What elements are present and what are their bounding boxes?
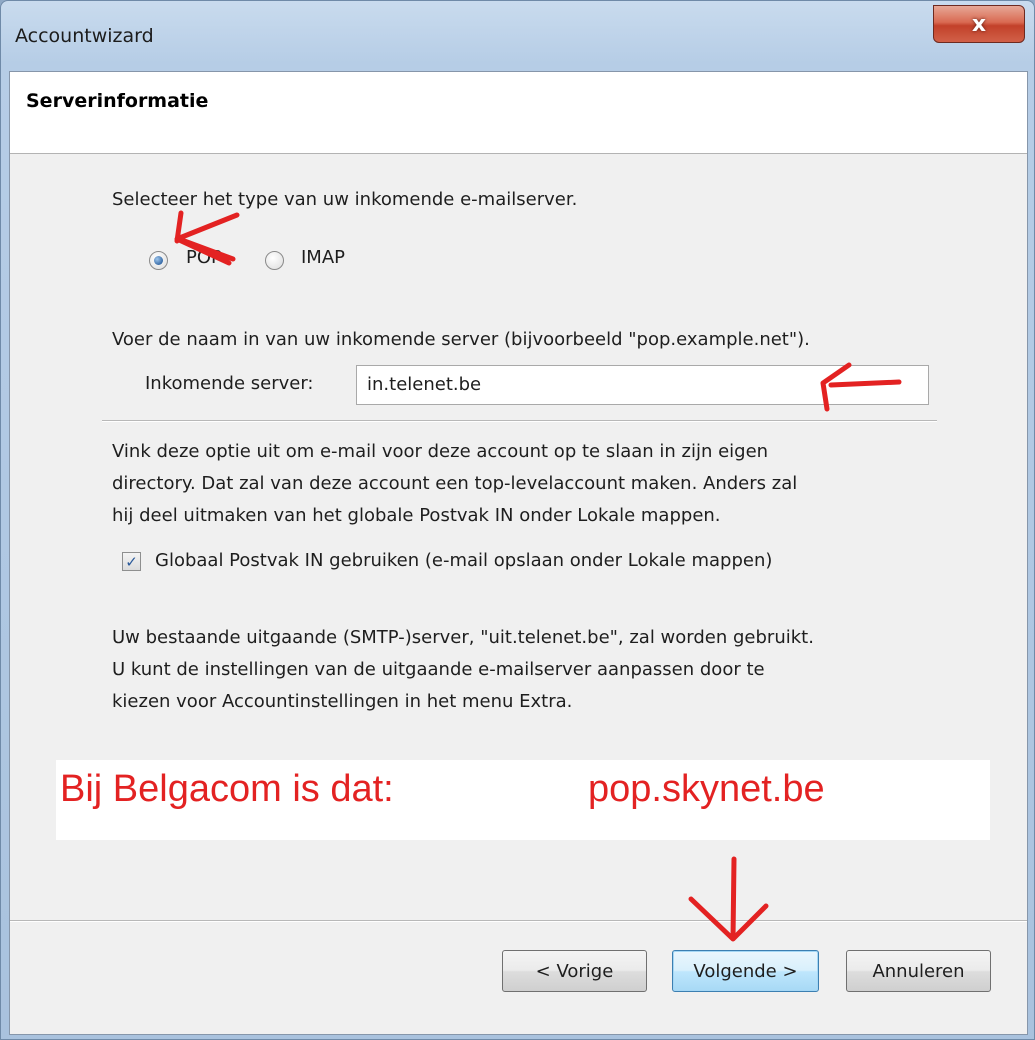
wizard-dialog: Serverinformatie Selecteer het type van … [9,71,1028,1035]
annotation-right-text: pop.skynet.be [588,768,825,810]
annotation-box: Bij Belgacom is dat: pop.skynet.be [56,760,990,840]
global-inbox-line-1: Vink deze optie uit om e-mail voor deze … [112,441,769,462]
server-type-prompt: Selecteer het type van uw inkomende e-ma… [112,189,578,210]
smtp-info-line-2: U kunt de instellingen van de uitgaande … [112,659,765,680]
checkmark-icon: ✓ [125,552,138,571]
close-button[interactable]: x [933,5,1025,43]
radio-pop-label[interactable]: POP [186,247,222,268]
incoming-server-input[interactable]: in.telenet.be [356,365,929,405]
close-icon: x [971,11,987,37]
back-button[interactable]: < Vorige [502,950,647,992]
radio-imap-label[interactable]: IMAP [301,247,345,268]
next-button[interactable]: Volgende > [672,950,819,992]
smtp-info-line-1: Uw bestaande uitgaande (SMTP-)server, "u… [112,627,814,648]
incoming-server-label: Inkomende server: [145,373,314,394]
global-inbox-checkbox-label[interactable]: Globaal Postvak IN gebruiken (e-mail ops… [155,547,772,575]
wizard-header: Serverinformatie [10,72,1027,154]
global-inbox-line-2: directory. Dat zal van deze account een … [112,473,798,494]
global-inbox-checkbox[interactable]: ✓ [122,552,141,571]
section-separator [102,420,937,422]
footer-separator [10,920,1027,922]
annotation-left-text: Bij Belgacom is dat: [60,768,394,810]
radio-imap[interactable] [265,251,284,270]
incoming-server-prompt: Voer de naam in van uw inkomende server … [112,329,810,350]
radio-pop[interactable] [149,251,168,270]
window-frame: Accountwizard x Serverinformatie Selecte… [0,0,1035,1040]
global-inbox-line-3: hij deel uitmaken van het globale Postva… [112,505,721,526]
smtp-info-line-3: kiezen voor Accountinstellingen in het m… [112,691,573,712]
window-title: Accountwizard [15,25,154,47]
title-bar: Accountwizard x [1,1,1035,71]
radio-selected-dot [154,256,163,265]
cancel-button[interactable]: Annuleren [846,950,991,992]
page-title: Serverinformatie [26,90,209,112]
